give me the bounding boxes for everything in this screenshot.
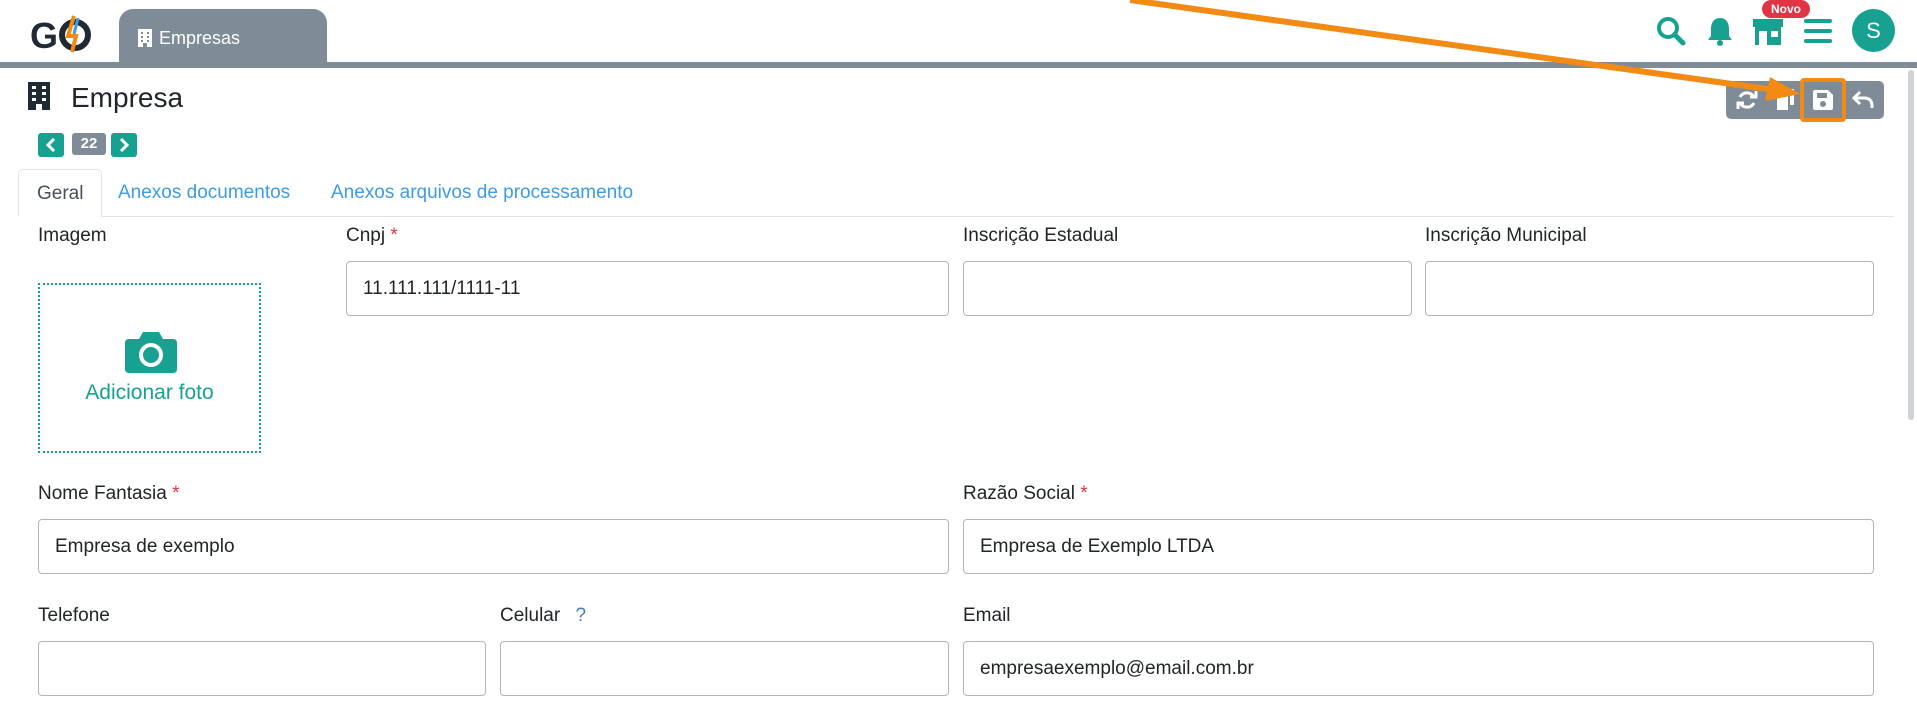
image-label: Imagem: [38, 225, 107, 246]
page-scrollbar[interactable]: [1908, 70, 1914, 420]
search-icon[interactable]: [1653, 13, 1689, 49]
razao-social-label: Razão Social *: [963, 483, 1088, 504]
celular-input[interactable]: [500, 641, 949, 696]
menu-icon[interactable]: [1800, 13, 1836, 49]
app-logo: G: [30, 15, 91, 56]
email-input[interactable]: empresaexemplo@email.com.br: [963, 641, 1874, 696]
top-bar-divider: [0, 62, 1917, 68]
svg-text:G: G: [30, 15, 58, 56]
previous-record-button[interactable]: [38, 133, 64, 157]
celular-label: Celular ?: [500, 605, 587, 626]
store-icon[interactable]: [1750, 13, 1786, 49]
refresh-button[interactable]: [1728, 81, 1766, 119]
copy-icon: [1775, 89, 1794, 111]
refresh-icon: [1736, 91, 1758, 109]
undo-icon: [1852, 90, 1874, 108]
telefone-input[interactable]: [38, 641, 486, 696]
save-highlight-annotation: [1800, 78, 1846, 122]
nome-fantasia-label: Nome Fantasia *: [38, 483, 180, 504]
help-icon[interactable]: ?: [575, 605, 586, 626]
telefone-label: Telefone: [38, 605, 110, 626]
tab-label: Empresas: [159, 28, 241, 48]
add-photo-label: Adicionar foto: [85, 381, 214, 404]
copy-button[interactable]: [1766, 81, 1804, 119]
building-icon: [138, 29, 152, 47]
razao-social-input[interactable]: Empresa de Exemplo LTDA: [963, 519, 1874, 574]
tab-anexos-arquivos-processamento[interactable]: Anexos arquivos de processamento: [313, 169, 651, 217]
record-number: 22: [72, 133, 106, 155]
inscricao-municipal-input[interactable]: [1425, 261, 1874, 316]
inscricao-estadual-input[interactable]: [963, 261, 1412, 316]
building-icon: [28, 82, 50, 110]
tab-empresas[interactable]: Empresas ×: [119, 9, 426, 64]
tab-anexos-documentos[interactable]: Anexos documentos: [100, 169, 308, 217]
cnpj-input[interactable]: 11.111.111/1111-11: [346, 261, 949, 316]
chevron-right-icon: [119, 138, 130, 152]
back-button[interactable]: [1844, 81, 1882, 119]
chevron-left-icon: [45, 138, 56, 152]
top-bar: G Empresas × Novo S: [0, 0, 1917, 64]
nome-fantasia-input[interactable]: Empresa de exemplo: [38, 519, 949, 574]
avatar[interactable]: S: [1852, 9, 1895, 52]
bell-icon[interactable]: [1702, 13, 1738, 49]
email-label: Email: [963, 605, 1011, 626]
page-title: Empresa: [71, 82, 184, 113]
inscricao-estadual-label: Inscrição Estadual: [963, 225, 1119, 246]
close-icon[interactable]: ×: [407, 27, 431, 51]
add-photo-button[interactable]: Adicionar foto: [38, 283, 261, 453]
inscricao-municipal-label: Inscrição Municipal: [1425, 225, 1587, 246]
tab-geral[interactable]: Geral: [18, 169, 103, 217]
next-record-button[interactable]: [111, 133, 137, 157]
cnpj-label: Cnpj *: [346, 225, 398, 246]
camera-icon: [125, 332, 177, 373]
